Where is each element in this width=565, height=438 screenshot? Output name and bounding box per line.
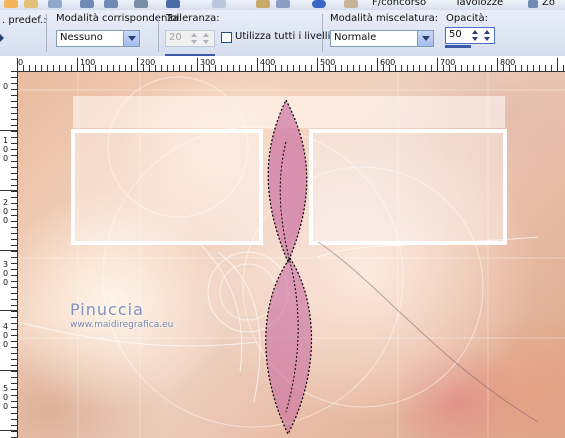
use-all-layers-label[interactable]: Utilizza tutti i livelli <box>235 31 330 42</box>
open-icon[interactable] <box>24 0 38 8</box>
print-icon[interactable] <box>134 0 148 8</box>
f-concorso-button[interactable]: F/concorso <box>372 0 426 8</box>
tolerance-arrows-icon[interactable] <box>202 31 211 46</box>
top-toolbar: F/concorso Tavolozze Zo <box>0 0 565 10</box>
ruler-label: 0 <box>3 340 9 349</box>
chevron-down-icon[interactable] <box>417 31 433 46</box>
match-mode-label: Modalità corrispondenza: <box>56 13 183 24</box>
save-icon[interactable] <box>80 0 94 8</box>
ruler-label: 0 <box>3 393 9 402</box>
watermark: Pinuccia www.maidiregrafica.eu <box>70 300 173 330</box>
ruler-label: 0 <box>3 82 9 91</box>
ruler-label: 0 <box>3 278 9 287</box>
save-as-icon[interactable] <box>104 0 118 8</box>
separator <box>158 14 159 52</box>
paste-icon[interactable] <box>256 0 270 8</box>
use-all-layers-checkbox[interactable] <box>221 32 232 43</box>
ruler-major-ticks <box>17 58 565 71</box>
ruler-label: 5 <box>3 384 9 393</box>
preset-dropdown-arrow-icon[interactable] <box>0 32 6 42</box>
ruler-label: 0 <box>3 269 9 278</box>
vertical-ruler: 0 1 0 0 2 0 0 3 0 0 4 0 0 5 0 0 <box>0 71 18 438</box>
selection-lower-drop <box>265 258 312 434</box>
copy-icon[interactable] <box>212 0 226 8</box>
separator <box>46 14 47 52</box>
match-mode-select[interactable]: Nessuno <box>56 30 140 47</box>
tolerance-spin-icon[interactable] <box>190 31 199 46</box>
blend-mode-select[interactable]: Normale <box>330 30 434 47</box>
browse-icon[interactable] <box>48 0 62 8</box>
script-icon[interactable] <box>344 0 358 8</box>
watermark-url: www.maidiregrafica.eu <box>70 320 174 330</box>
left-frame <box>71 129 263 245</box>
ruler-label: 1 <box>3 136 9 145</box>
ruler-label: 0 <box>3 216 9 225</box>
image-canvas[interactable]: Pinuccia www.maidiregrafica.eu <box>18 72 565 438</box>
ruler-label: 2 <box>3 198 9 207</box>
dark-curve <box>317 241 539 423</box>
tolerance-stepper[interactable]: 20 <box>165 30 215 47</box>
ruler-corner <box>0 58 17 71</box>
ruler-label: 0 <box>3 331 9 340</box>
layers-icon[interactable] <box>276 0 290 8</box>
opacity-label: Opacità: <box>446 13 489 24</box>
tolerance-label: Tolleranza: <box>166 13 220 24</box>
opacity-value: 50 <box>449 29 462 40</box>
ruler-label: 0 <box>3 207 9 216</box>
preset-label: . predef.: <box>2 15 47 26</box>
watermark-name: Pinuccia <box>70 300 144 319</box>
opacity-stepper[interactable]: 50 <box>445 27 495 44</box>
palette-icon[interactable] <box>4 0 18 8</box>
horizontal-ruler: 0 100 200 300 400 500 600 700 800 <box>17 58 565 72</box>
separator <box>322 14 323 52</box>
tool-options-bar: . predef.: Modalità corrispondenza: Ness… <box>0 10 565 57</box>
artwork <box>18 72 565 438</box>
ruler-label: 0 <box>3 402 9 411</box>
info-icon[interactable] <box>312 0 326 8</box>
right-frame <box>309 129 507 245</box>
ruler-label: 4 <box>3 322 9 331</box>
tavolozze-button[interactable]: Tavolozze <box>455 0 503 8</box>
match-mode-value: Nessuno <box>60 32 103 43</box>
zoom-icon[interactable] <box>528 0 538 8</box>
blend-mode-value: Normale <box>334 32 377 43</box>
ruler-label: 0 <box>3 145 9 154</box>
ruler-label: 0 <box>3 154 9 163</box>
tolerance-value: 20 <box>169 32 182 43</box>
undo-icon[interactable] <box>166 0 180 8</box>
ruler-major-ticks <box>0 71 17 438</box>
opacity-spin-icon[interactable] <box>483 28 492 43</box>
chevron-down-icon[interactable] <box>123 31 139 46</box>
ruler-label: 3 <box>3 260 9 269</box>
zoom-label[interactable]: Zo <box>542 0 555 8</box>
opacity-slider[interactable] <box>445 45 471 48</box>
blend-mode-label: Modalità miscelatura: <box>330 13 439 24</box>
opacity-spin-up-icon[interactable] <box>471 28 480 43</box>
